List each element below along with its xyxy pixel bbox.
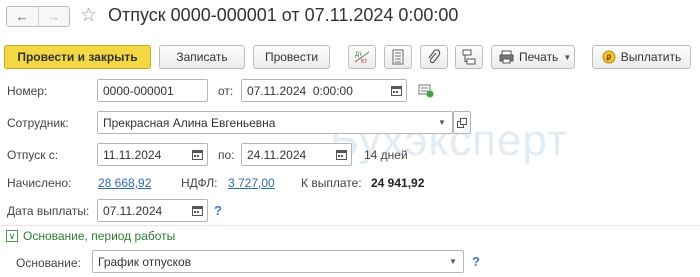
pay-date-field[interactable]: 07.11.2024 [97, 199, 208, 222]
structure-button[interactable] [455, 45, 483, 69]
dropdown-arrow-icon[interactable]: ▼ [443, 251, 463, 272]
calendar-icon[interactable] [187, 200, 207, 221]
leave-to-label: по: [218, 148, 235, 162]
open-employee-button[interactable] [453, 111, 471, 134]
dropdown-arrow-icon[interactable]: ▼ [432, 112, 452, 133]
divider [0, 225, 700, 226]
post-label: Провести [264, 50, 319, 64]
post-and-close-button[interactable]: Провести и закрыть [4, 45, 151, 69]
printer-icon [499, 50, 514, 64]
section-title[interactable]: Основание, период работы [23, 229, 175, 243]
document-list-icon [392, 49, 404, 65]
back-button[interactable]: ← [7, 7, 38, 26]
attach-button[interactable] [420, 45, 448, 69]
ndfl-label: НДФЛ: [181, 176, 218, 190]
history-nav: ← → [6, 6, 70, 27]
report-button[interactable] [384, 45, 412, 69]
calendar-icon[interactable] [331, 144, 351, 165]
svg-text:₽: ₽ [606, 54, 611, 63]
payout-label: К выплате: [301, 176, 362, 190]
chevron-down-icon: ▼ [563, 52, 572, 62]
page-title: Отпуск 0000-000001 от 07.11.2024 0:00:00 [108, 5, 459, 25]
forward-arrow-icon: → [47, 9, 61, 24]
section-collapse-toggle[interactable]: ∨ [6, 230, 18, 242]
basis-label: Основание: [16, 256, 81, 270]
document-date-value: 07.11.2024 0:00:00 [247, 83, 353, 98]
save-label: Записать [176, 50, 228, 64]
hierarchy-icon [462, 49, 476, 65]
leave-to-value: 24.11.2024 [247, 147, 307, 162]
post-button[interactable]: Провести [253, 45, 330, 69]
pay-label: Выплатить [620, 50, 682, 64]
svg-text:Дт: Дт [355, 52, 362, 58]
leave-from-field[interactable]: 11.11.2024 [97, 143, 208, 166]
dt-kt-postings-button[interactable]: Дт Кт [348, 45, 376, 69]
leave-from-label: Отпуск с: [7, 148, 59, 162]
ndfl-link[interactable]: 3 727,00 [228, 176, 275, 190]
open-window-icon [457, 117, 467, 128]
leave-to-field[interactable]: 24.11.2024 [241, 143, 352, 166]
number-field[interactable]: 0000-000001 [97, 79, 208, 102]
paperclip-icon [428, 49, 441, 64]
payout-value: 24 941,92 [371, 176, 425, 190]
number-label: Номер: [7, 84, 48, 98]
calendar-icon[interactable] [386, 80, 406, 101]
number-value: 0000-000001 [103, 83, 174, 98]
pay-button[interactable]: ₽ Выплатить [592, 45, 691, 69]
dt-kt-icon: Дт Кт [354, 51, 370, 65]
svg-text:Кт: Кт [361, 59, 367, 65]
save-button[interactable]: Записать [159, 45, 245, 69]
basis-value: График отпусков [98, 254, 192, 269]
print-dropdown-button[interactable]: Печать ▼ [491, 45, 575, 69]
days-count: 14 дней [364, 148, 408, 162]
calendar-icon[interactable] [187, 144, 207, 165]
post-and-close-label: Провести и закрыть [17, 50, 138, 64]
employee-label: Сотрудник: [7, 116, 69, 130]
back-arrow-icon: ← [15, 9, 29, 24]
accrued-label: Начислено: [7, 176, 72, 190]
coin-icon: ₽ [602, 50, 616, 64]
employee-field[interactable]: Прекрасная Алина Евгеньевна ▼ [97, 111, 453, 134]
pay-date-label: Дата выплаты: [7, 204, 90, 218]
basis-field[interactable]: График отпусков ▼ [92, 250, 464, 273]
document-date-field[interactable]: 07.11.2024 0:00:00 [241, 79, 407, 102]
leave-from-value: 11.11.2024 [103, 147, 162, 162]
date-from-label: от: [218, 84, 234, 98]
document-status-icon[interactable] [418, 84, 434, 101]
accrued-link[interactable]: 28 668,92 [98, 176, 151, 190]
pay-date-help-icon[interactable]: ? [214, 203, 222, 218]
favorite-star-icon[interactable]: ☆ [80, 4, 97, 27]
basis-help-icon[interactable]: ? [472, 254, 480, 269]
print-label: Печать [519, 50, 559, 64]
pay-date-value: 07.11.2024 [103, 203, 163, 218]
forward-button[interactable]: → [37, 7, 70, 26]
employee-value: Прекрасная Алина Евгеньевна [103, 115, 276, 130]
chevron-down-icon: ∨ [8, 230, 16, 241]
